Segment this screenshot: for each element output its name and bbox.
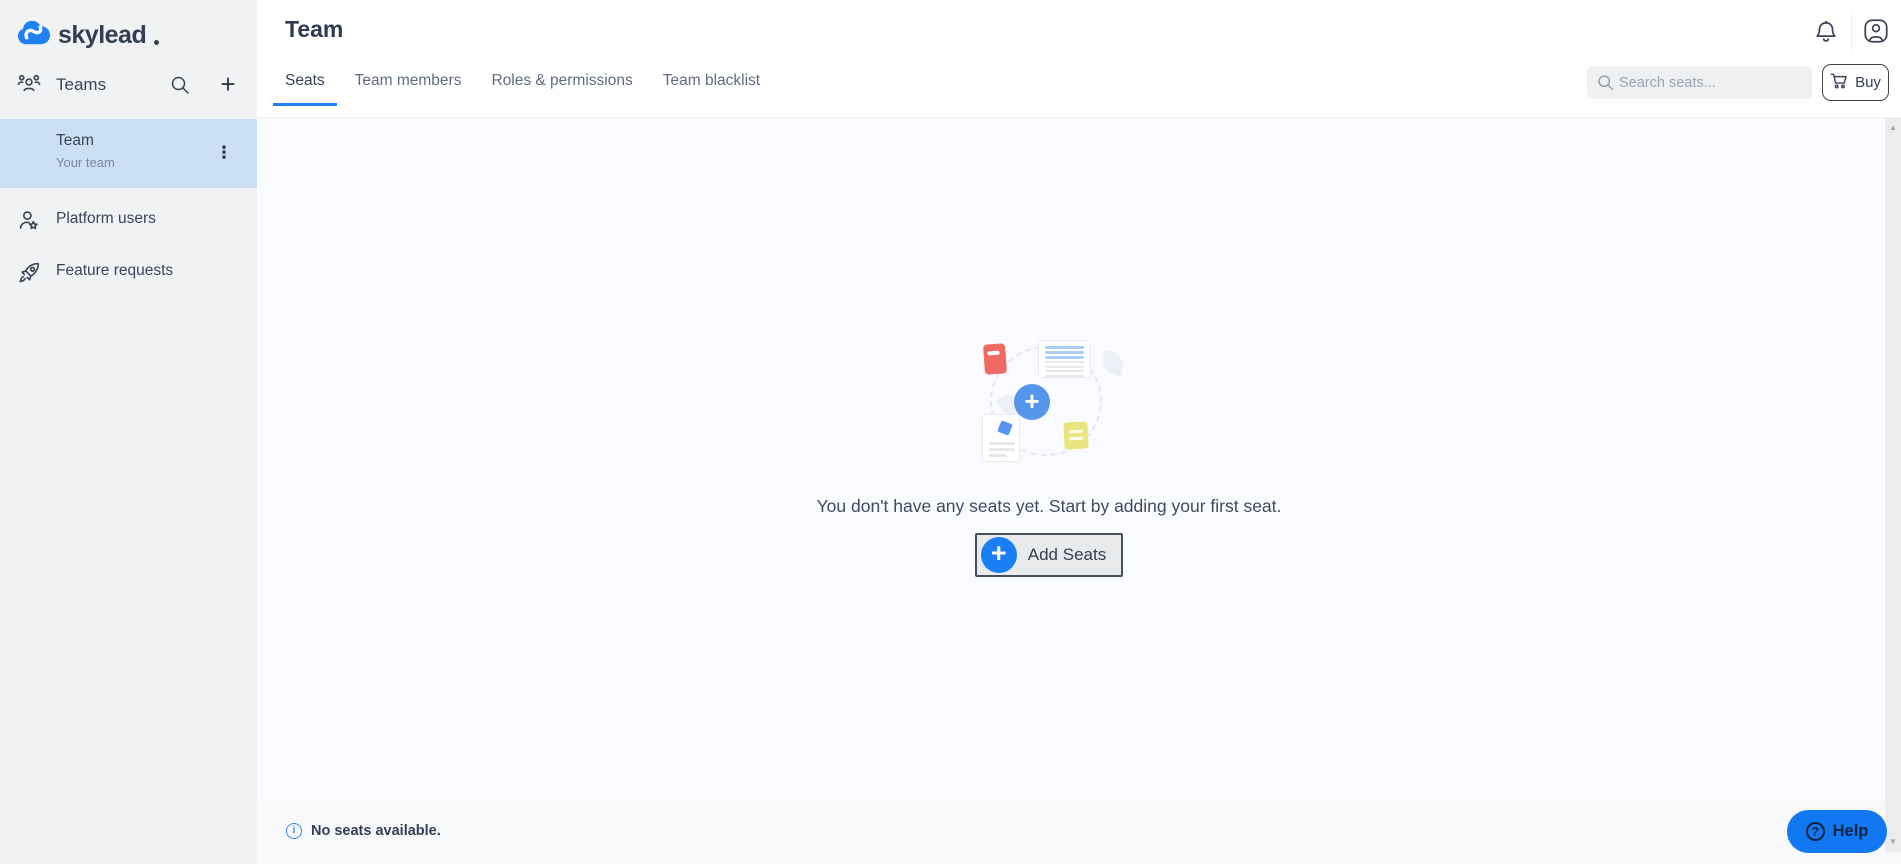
brand-dot (154, 40, 160, 45)
teams-group-icon (16, 72, 42, 103)
sidebar-item-label: Feature requests (56, 262, 174, 279)
header-divider (1851, 14, 1852, 50)
empty-state-message: You don't have any seats yet. Start by a… (816, 496, 1282, 516)
seats-status: i No seats available. (286, 823, 441, 839)
page-title: Team (285, 16, 344, 42)
help-label: Help (1832, 822, 1869, 840)
notifications-bell-icon[interactable] (1812, 18, 1842, 48)
leaf-shape (1099, 349, 1127, 377)
sidebar-item-label: Platform users (56, 210, 156, 227)
search-icon (1596, 73, 1615, 97)
sidebar-item-platform-users[interactable]: Platform users (0, 196, 257, 244)
sidebar-item-feature-requests[interactable]: Feature requests (0, 248, 257, 296)
tab-bar: Seats Team members Roles & permissions T… (273, 64, 772, 106)
status-text: No seats available. (311, 823, 441, 839)
team-name: Team (56, 132, 94, 149)
help-button[interactable]: ? Help (1787, 810, 1887, 853)
teams-label: Teams (56, 75, 107, 94)
info-icon: i (286, 823, 302, 839)
portrait-document-shape (982, 414, 1020, 462)
question-mark-icon: ? (1805, 822, 1825, 841)
teams-search-icon[interactable] (169, 74, 191, 101)
search-seats-box (1587, 66, 1812, 99)
empty-state: + You don't have any seats yet. Start by… (257, 118, 1841, 577)
sidebar-item-team[interactable]: Team Your team ⋮ (0, 119, 257, 188)
add-seats-label: Add Seats (1027, 545, 1107, 564)
buy-label: Buy (1855, 74, 1881, 91)
user-star-icon (16, 208, 42, 239)
tab-roles-permissions[interactable]: Roles & permissions (479, 64, 644, 106)
seats-content: + You don't have any seats yet. Start by… (257, 118, 1885, 802)
tab-seats[interactable]: Seats (273, 64, 337, 106)
footer-bar: i No seats available. (257, 802, 1901, 864)
tab-team-members[interactable]: Team members (343, 64, 474, 106)
cloud-logo-icon (17, 19, 51, 51)
scroll-down-arrow-icon[interactable]: ▼ (1885, 834, 1901, 850)
brand-name: skylead (58, 20, 147, 49)
team-subtitle: Your team (56, 155, 115, 170)
scroll-up-arrow-icon[interactable]: ▲ (1885, 120, 1901, 136)
search-seats-input[interactable] (1619, 66, 1804, 99)
document-card-shape (1038, 340, 1091, 378)
page-header: Team Seats Team members Roles & permissi… (257, 0, 1901, 118)
team-options-kebab-icon[interactable]: ⋮ (210, 137, 238, 169)
cart-icon (1830, 71, 1849, 94)
empty-illustration: + (974, 338, 1127, 464)
rocket-icon (16, 260, 42, 291)
red-notebook-shape (982, 343, 1008, 375)
plus-icon: + (980, 537, 1017, 573)
skylead-logo[interactable]: skylead (17, 19, 160, 51)
add-team-button[interactable]: + (213, 68, 243, 100)
account-icon[interactable] (1862, 17, 1892, 47)
teams-header: Teams + (0, 60, 257, 110)
buy-button[interactable]: Buy (1822, 64, 1889, 101)
yellow-sticky-shape (1063, 421, 1089, 450)
tab-team-blacklist[interactable]: Team blacklist (651, 64, 772, 106)
sidebar: skylead Teams + Team Your team ⋮ Platfor… (0, 0, 257, 864)
add-seats-button[interactable]: + Add Seats (974, 533, 1124, 577)
vertical-scrollbar[interactable]: ▲ ▼ (1885, 118, 1901, 852)
